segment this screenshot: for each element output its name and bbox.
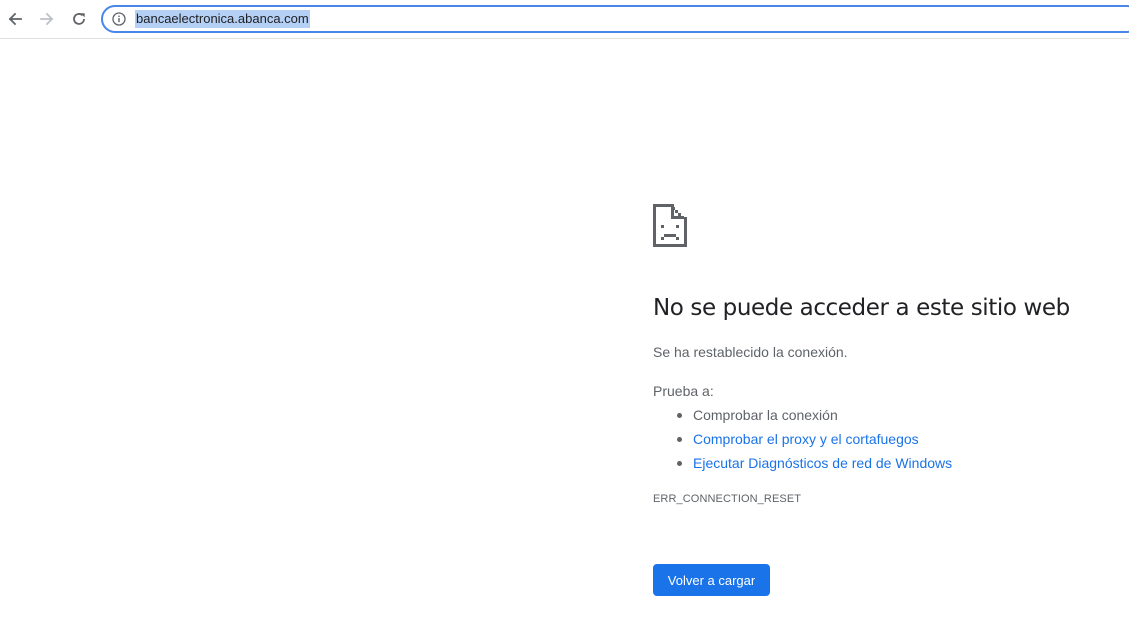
back-button[interactable] (2, 6, 28, 32)
address-bar[interactable]: bancaelectronica.abanca.com (101, 5, 1129, 33)
url-text[interactable]: bancaelectronica.abanca.com (135, 10, 310, 28)
suggestion-network-diagnostics: Ejecutar Diagnósticos de red de Windows (653, 453, 952, 477)
reload-button[interactable] (66, 6, 92, 32)
back-arrow-icon (8, 12, 22, 26)
suggestion-check-proxy-firewall: Comprobar el proxy y el cortafuegos (653, 429, 952, 453)
sad-document-icon (653, 204, 687, 247)
forward-arrow-icon (40, 12, 54, 26)
info-icon[interactable] (112, 12, 126, 26)
bullet (677, 437, 682, 442)
error-heading: No se puede acceder a este sitio web (653, 295, 1070, 321)
error-code: ERR_CONNECTION_RESET (653, 493, 802, 505)
suggestion-check-connection: Comprobar la conexión (653, 405, 952, 429)
browser-toolbar: bancaelectronica.abanca.com (0, 0, 1129, 39)
suggestion-label: Comprobar la conexión (693, 407, 838, 423)
bullet (677, 413, 682, 418)
reload-page-button[interactable]: Volver a cargar (653, 564, 770, 596)
reload-icon (73, 13, 85, 25)
error-subtext: Se ha restablecido la conexión. (653, 344, 848, 360)
try-label: Prueba a: (653, 383, 714, 399)
check-proxy-firewall-link[interactable]: Comprobar el proxy y el cortafuegos (693, 431, 919, 447)
suggestions-list: Comprobar la conexión Comprobar el proxy… (653, 405, 952, 477)
forward-button[interactable] (34, 6, 60, 32)
bullet (677, 461, 682, 466)
network-diagnostics-link[interactable]: Ejecutar Diagnósticos de red de Windows (693, 455, 952, 471)
